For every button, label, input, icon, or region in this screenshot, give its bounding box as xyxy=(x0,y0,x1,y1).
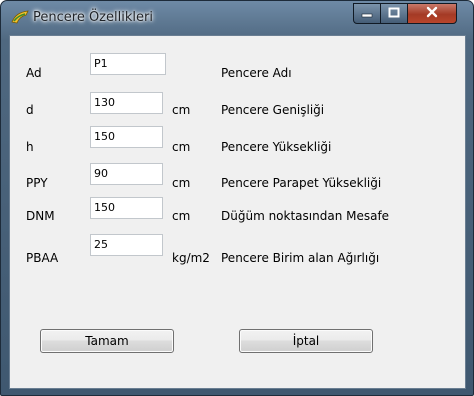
label-ppy: PPY xyxy=(26,176,48,190)
title-bar[interactable]: Pencere Özellikleri xyxy=(1,1,473,35)
window-title: Pencere Özellikleri xyxy=(33,10,153,25)
desc-dnm: Düğüm noktasından Mesafe xyxy=(221,209,390,223)
unit-ppy: cm xyxy=(172,176,191,190)
unit-dnm: cm xyxy=(172,209,191,223)
unit-pbaa: kg/m2 xyxy=(172,251,210,265)
ok-button[interactable]: Tamam xyxy=(40,329,174,353)
close-icon xyxy=(426,6,438,21)
label-dnm: DNM xyxy=(26,209,55,223)
label-pbaa: PBAA xyxy=(26,251,59,265)
unit-h: cm xyxy=(172,140,191,154)
close-button[interactable] xyxy=(407,3,457,24)
cancel-button[interactable]: İptal xyxy=(239,329,373,353)
minimize-icon xyxy=(361,7,373,21)
dialog-window: Pencere Özellikleri Ad P1 Pencere Adı d … xyxy=(0,0,474,396)
input-h[interactable]: 150 xyxy=(90,126,163,148)
desc-pbaa: Pencere Birim alan Ağırlığı xyxy=(221,251,380,265)
input-dnm[interactable]: 150 xyxy=(90,197,163,219)
label-h: h xyxy=(26,140,34,154)
desc-d: Pencere Genişliği xyxy=(221,103,325,117)
input-pbaa[interactable]: 25 xyxy=(90,234,163,256)
minimize-button[interactable] xyxy=(353,3,381,24)
maximize-icon xyxy=(388,7,400,21)
desc-h: Pencere Yüksekliği xyxy=(221,140,332,154)
label-d: d xyxy=(26,103,34,117)
input-ad[interactable]: P1 xyxy=(90,53,166,75)
maximize-button[interactable] xyxy=(380,3,408,24)
input-d[interactable]: 130 xyxy=(90,92,163,114)
unit-d: cm xyxy=(172,103,191,117)
desc-ad: Pencere Adı xyxy=(221,66,292,80)
desc-ppy: Pencere Parapet Yüksekliği xyxy=(221,176,382,190)
app-icon xyxy=(11,9,29,25)
label-ad: Ad xyxy=(26,66,42,80)
dialog-client-area: Ad P1 Pencere Adı d 130 cm Pencere Geniş… xyxy=(9,35,466,389)
input-ppy[interactable]: 90 xyxy=(90,163,163,185)
